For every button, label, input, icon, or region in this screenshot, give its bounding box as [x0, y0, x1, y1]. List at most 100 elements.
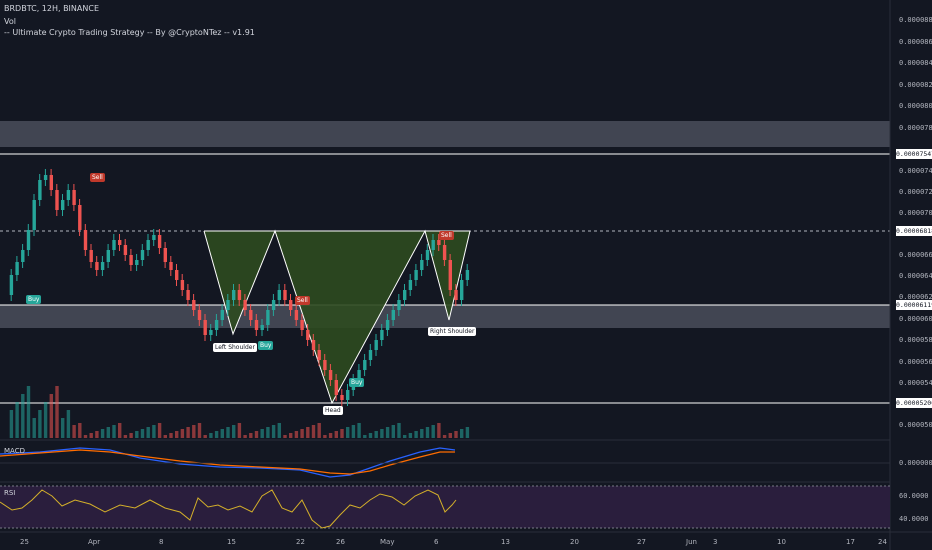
candle-body — [425, 250, 430, 260]
volume-bar — [420, 429, 424, 438]
candle-body — [15, 262, 19, 275]
volume-bar — [328, 433, 333, 438]
volume-bar — [197, 423, 202, 438]
candle-body — [32, 200, 36, 230]
chart-area[interactable]: BRDBTC, 12H, BINANCE Vol -- Ultimate Cry… — [0, 0, 932, 550]
date-tick: 10 — [777, 538, 786, 546]
candle-body — [197, 310, 202, 320]
buy-signal: Buy — [349, 378, 365, 387]
candle-body — [306, 330, 310, 340]
rsi-tick-40: 40.0000 — [899, 515, 929, 523]
volume-bar — [346, 427, 350, 438]
price-tick: 0.00007200 — [899, 188, 932, 196]
candle-body — [220, 310, 224, 320]
sell-signal: Sell — [90, 173, 105, 182]
candle-body — [214, 320, 219, 330]
price-tick: 0.00005400 — [899, 379, 932, 387]
candle-body — [180, 280, 185, 290]
price-tick: 0.00005600 — [899, 358, 932, 366]
volume-bar — [15, 402, 19, 438]
candle-body — [38, 180, 42, 200]
date-tick: 24 — [878, 538, 887, 546]
volume-bar — [175, 431, 179, 438]
candle-body — [363, 360, 367, 370]
volume-bar — [368, 433, 373, 438]
candle-body — [391, 310, 395, 320]
candle-body — [385, 320, 390, 330]
candle-body — [49, 175, 53, 190]
price-tick: 0.00008400 — [899, 59, 932, 67]
rsi-label: RSI — [4, 489, 16, 497]
volume-bar — [374, 431, 378, 438]
rsi-band — [0, 486, 890, 528]
volume-bar — [380, 429, 384, 438]
volume-bar — [442, 435, 447, 438]
volume-bar — [203, 435, 207, 438]
candle-body — [232, 290, 236, 300]
volume-bar — [232, 425, 236, 438]
volume-bar — [260, 429, 264, 438]
candle-body — [209, 330, 213, 335]
volume-bar — [397, 423, 401, 438]
volume-bar — [152, 425, 156, 438]
volume-bar — [163, 435, 167, 438]
date-tick: 27 — [637, 538, 646, 546]
candle-body — [203, 320, 207, 335]
candle-body — [323, 360, 327, 370]
volume-bar — [192, 425, 196, 438]
volume-bar — [454, 431, 458, 438]
price-chart[interactable] — [0, 0, 932, 550]
left-shoulder-label: Left Shoulder — [213, 343, 257, 352]
volume-bar — [271, 425, 276, 438]
volume-bar — [129, 433, 133, 438]
buy-signal: Buy — [258, 341, 274, 350]
price-tick: 0.00006000 — [899, 315, 932, 323]
volume-bar — [32, 418, 36, 438]
volume-bar — [317, 423, 321, 438]
volume-bar — [72, 425, 76, 438]
date-tick: 3 — [713, 538, 718, 546]
candle-body — [277, 290, 281, 300]
candle-body — [403, 290, 407, 300]
sell-signal: Sell — [295, 296, 310, 305]
volume-bar — [118, 423, 122, 438]
volume-bar — [55, 386, 59, 438]
price-tick: 0.00008200 — [899, 81, 932, 89]
candle-body — [118, 240, 122, 245]
candle-body — [129, 255, 133, 265]
volume-bar — [61, 418, 65, 438]
candle-body — [300, 320, 304, 330]
date-tick: 17 — [846, 538, 855, 546]
right-shoulder-label: Right Shoulder — [428, 327, 477, 336]
date-tick: 13 — [501, 538, 510, 546]
volume-bar — [266, 427, 270, 438]
candle-body — [21, 250, 25, 262]
candle-body — [408, 280, 413, 290]
buy-signal: Buy — [26, 295, 42, 304]
volume-bar — [214, 431, 219, 438]
date-tick: Jun — [686, 538, 697, 546]
date-tick: 20 — [570, 538, 579, 546]
candle-body — [78, 205, 82, 230]
volume-bar — [414, 431, 418, 438]
volume-bar — [100, 429, 105, 438]
volume-bar — [106, 427, 110, 438]
volume-bar — [9, 410, 14, 438]
candle-body — [266, 310, 270, 325]
macd-label: MACD — [4, 447, 25, 455]
sell-signal: Sell — [439, 231, 454, 240]
candle-body — [414, 270, 418, 280]
volume-bar — [254, 431, 259, 438]
price-tick: 0.00007000 — [899, 209, 932, 217]
price-tick: 0.00007400 — [899, 167, 932, 175]
volume-bar — [351, 425, 356, 438]
candle-body — [283, 290, 287, 300]
support-zone — [0, 305, 890, 328]
volume-bar — [425, 427, 430, 438]
candle-body — [437, 240, 441, 245]
volume-bar — [277, 423, 281, 438]
volume-bar — [135, 431, 139, 438]
candle-body — [43, 175, 48, 180]
volume-bar — [95, 431, 99, 438]
price-tick: 0.00005000 — [899, 421, 932, 429]
